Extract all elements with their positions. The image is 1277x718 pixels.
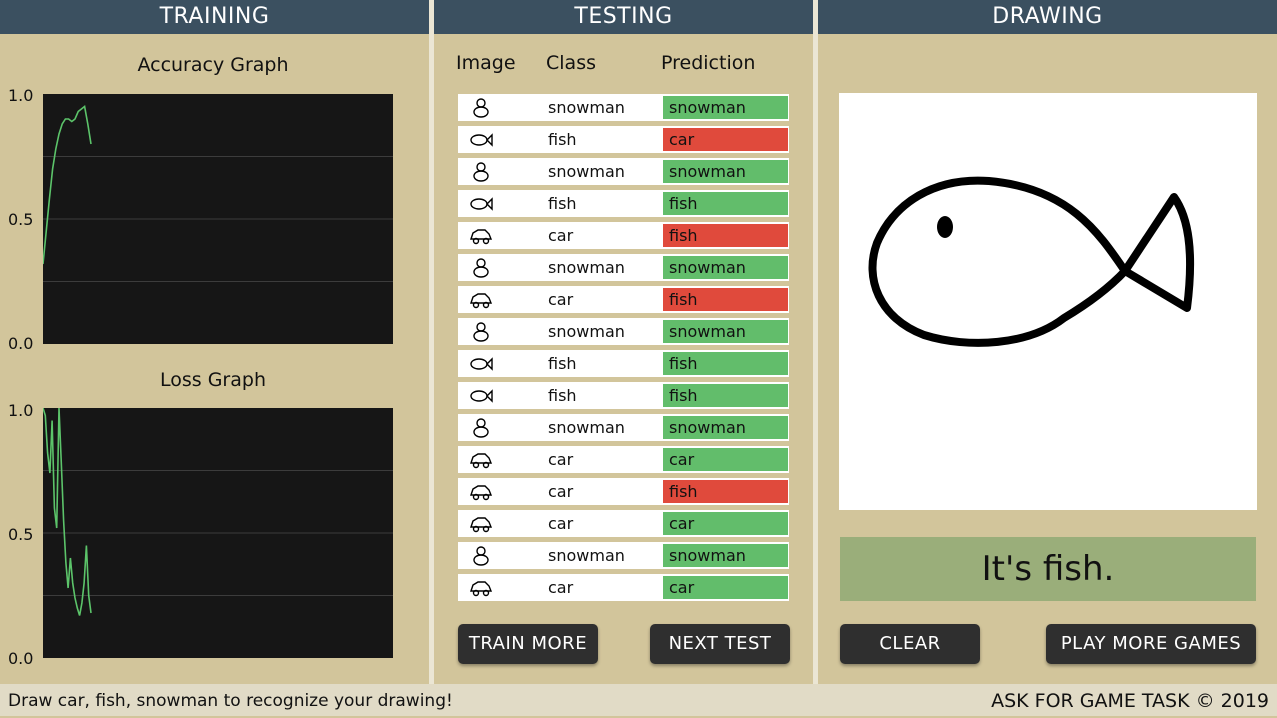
class-cell: car xyxy=(548,226,574,245)
train-more-button[interactable]: TRAIN MORE xyxy=(458,624,598,664)
test-row: car fish xyxy=(458,222,789,249)
prediction-cell-correct: snowman xyxy=(663,544,788,567)
snowman-sketch-icon xyxy=(468,160,494,183)
class-column-header: Class xyxy=(546,52,596,74)
footer: Draw car, fish, snowman to recognize you… xyxy=(0,684,1277,716)
prediction-result: It's fish. xyxy=(840,537,1256,601)
series-line xyxy=(43,408,92,616)
drawing-canvas[interactable] xyxy=(839,93,1257,510)
car-sketch-icon xyxy=(468,448,494,471)
fish-sketch-icon xyxy=(468,192,494,215)
accuracy-tick-bottom: 0.0 xyxy=(8,334,34,353)
car-sketch-icon xyxy=(468,512,494,535)
prediction-cell-correct: snowman xyxy=(663,256,788,279)
snowman-sketch-icon xyxy=(468,96,494,119)
test-row: fish car xyxy=(458,126,789,153)
test-row: fish fish xyxy=(458,350,789,377)
prediction-cell-correct: snowman xyxy=(663,160,788,183)
copyright-text: ASK FOR GAME TASK © 2019 xyxy=(991,690,1269,712)
prediction-cell-correct: fish xyxy=(663,352,788,375)
test-row: car car xyxy=(458,510,789,537)
training-header: TRAINING xyxy=(0,0,429,34)
prediction-cell-correct: snowman xyxy=(663,320,788,343)
fish-sketch-icon xyxy=(468,128,494,151)
prediction-cell-wrong: fish xyxy=(663,288,788,311)
class-cell: snowman xyxy=(548,418,625,437)
test-row: snowman snowman xyxy=(458,414,789,441)
prediction-cell-correct: car xyxy=(663,448,788,471)
class-cell: car xyxy=(548,450,574,469)
class-cell: snowman xyxy=(548,98,625,117)
class-cell: fish xyxy=(548,386,577,405)
test-row: snowman snowman xyxy=(458,94,789,121)
snowman-sketch-icon xyxy=(468,256,494,279)
prediction-column-header: Prediction xyxy=(661,52,756,74)
loss-tick-mid: 0.5 xyxy=(8,525,34,544)
snowman-sketch-icon xyxy=(468,544,494,567)
test-row: fish fish xyxy=(458,382,789,409)
snowman-sketch-icon xyxy=(468,320,494,343)
snowman-sketch-icon xyxy=(468,416,494,439)
class-cell: fish xyxy=(548,130,577,149)
class-cell: fish xyxy=(548,194,577,213)
prediction-cell-correct: fish xyxy=(663,384,788,407)
fish-drawing xyxy=(868,176,1195,347)
class-cell: car xyxy=(548,482,574,501)
accuracy-tick-mid: 0.5 xyxy=(8,210,34,229)
play-more-games-button[interactable]: PLAY MORE GAMES xyxy=(1046,624,1256,664)
test-row: car car xyxy=(458,574,789,601)
fish-sketch-icon xyxy=(468,384,494,407)
car-sketch-icon xyxy=(468,480,494,503)
class-cell: car xyxy=(548,290,574,309)
accuracy-graph xyxy=(43,94,393,344)
test-row: snowman snowman xyxy=(458,158,789,185)
car-sketch-icon xyxy=(468,224,494,247)
prediction-cell-correct: fish xyxy=(663,192,788,215)
series-line xyxy=(43,105,92,265)
testing-header: TESTING xyxy=(434,0,813,34)
prediction-cell-wrong: car xyxy=(663,128,788,151)
loss-tick-bottom: 0.0 xyxy=(8,649,34,668)
instruction-text: Draw car, fish, snowman to recognize you… xyxy=(8,691,453,711)
class-cell: fish xyxy=(548,354,577,373)
drawing-header: DRAWING xyxy=(818,0,1277,34)
test-row: snowman snowman xyxy=(458,542,789,569)
loss-tick-top: 1.0 xyxy=(8,401,34,420)
image-column-header: Image xyxy=(456,52,516,74)
class-cell: car xyxy=(548,514,574,533)
prediction-cell-correct: snowman xyxy=(663,416,788,439)
test-row: car fish xyxy=(458,286,789,313)
prediction-cell-correct: snowman xyxy=(663,96,788,119)
accuracy-graph-title: Accuracy Graph xyxy=(137,54,289,76)
prediction-cell-wrong: fish xyxy=(663,224,788,247)
prediction-cell-wrong: fish xyxy=(663,480,788,503)
test-row: snowman snowman xyxy=(458,318,789,345)
fish-sketch-icon xyxy=(468,352,494,375)
car-sketch-icon xyxy=(468,288,494,311)
class-cell: snowman xyxy=(548,258,625,277)
test-row: fish fish xyxy=(458,190,789,217)
prediction-cell-correct: car xyxy=(663,512,788,535)
prediction-cell-correct: car xyxy=(663,576,788,599)
next-test-button[interactable]: NEXT TEST xyxy=(650,624,790,664)
test-row: snowman snowman xyxy=(458,254,789,281)
loss-graph-title: Loss Graph xyxy=(160,369,266,391)
clear-button[interactable]: CLEAR xyxy=(840,624,980,664)
accuracy-tick-top: 1.0 xyxy=(8,86,34,105)
class-cell: snowman xyxy=(548,162,625,181)
test-row: car fish xyxy=(458,478,789,505)
class-cell: car xyxy=(548,578,574,597)
class-cell: snowman xyxy=(548,546,625,565)
class-cell: snowman xyxy=(548,322,625,341)
car-sketch-icon xyxy=(468,576,494,599)
test-row: car car xyxy=(458,446,789,473)
loss-graph xyxy=(43,408,393,658)
